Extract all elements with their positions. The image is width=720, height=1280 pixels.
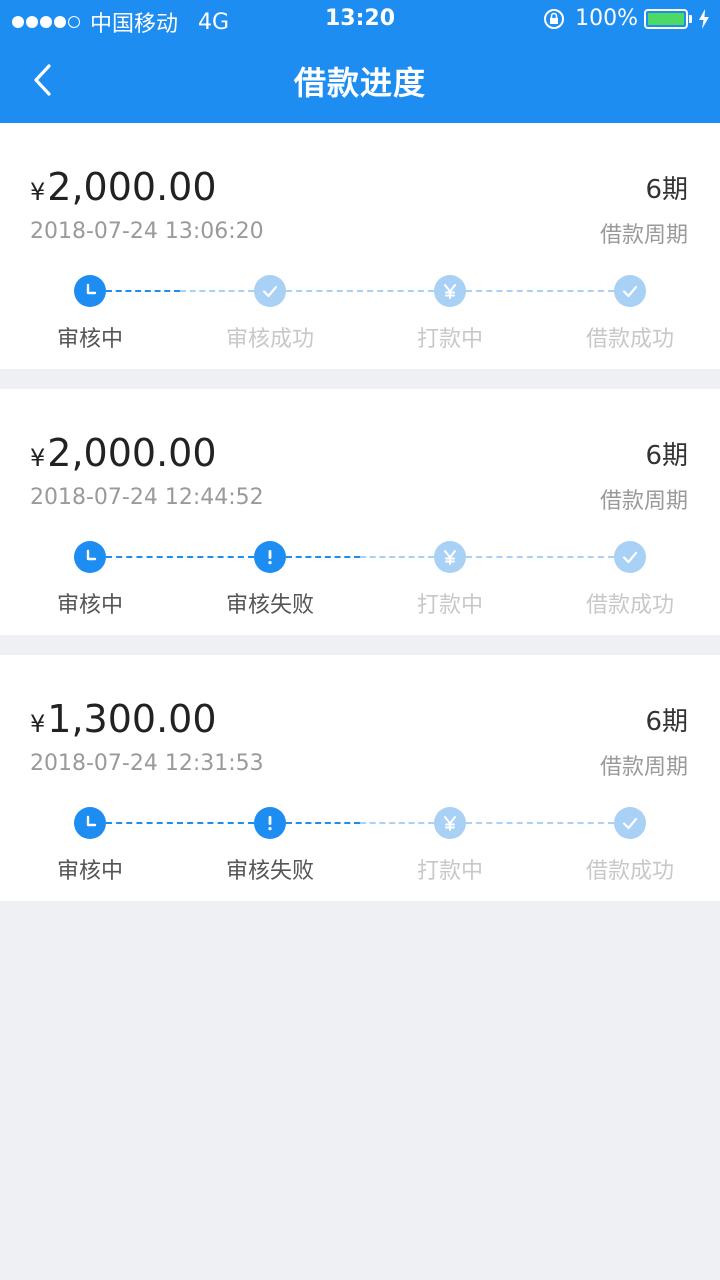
step-indicator xyxy=(434,541,466,573)
rotation-lock-icon xyxy=(544,8,565,29)
step-connector xyxy=(360,822,434,824)
status-right: 100% xyxy=(543,6,710,31)
exclamation-icon xyxy=(261,814,279,832)
step-connector xyxy=(286,290,434,292)
yen-icon xyxy=(441,814,459,832)
loan-datetime: 2018-07-24 13:06:20 xyxy=(30,219,264,244)
step-label: 审核失败 xyxy=(225,593,314,618)
loan-datetime: 2018-07-24 12:31:53 xyxy=(30,751,264,776)
loan-card[interactable]: ¥2,000.00 2018-07-24 13:06:20 6期借款周期审核中 审核成… xyxy=(0,123,720,369)
step-indicator xyxy=(614,807,646,839)
step-label: 审核中 xyxy=(56,859,123,884)
battery-percent: 100% xyxy=(575,6,638,31)
currency-symbol: ¥ xyxy=(30,444,46,472)
yen-icon xyxy=(441,282,459,300)
check-icon xyxy=(621,814,639,832)
step-label: 借款成功 xyxy=(585,859,674,884)
step-indicator xyxy=(254,541,286,573)
step-connector xyxy=(106,822,254,824)
step-label: 审核中 xyxy=(56,327,123,352)
step-indicator xyxy=(74,275,106,307)
step-connector xyxy=(286,556,360,558)
step-indicator xyxy=(434,807,466,839)
clock-icon xyxy=(81,282,99,300)
step-indicator xyxy=(254,807,286,839)
step-label: 打款中 xyxy=(416,327,483,352)
loan-period: 6期 xyxy=(645,175,688,205)
currency-symbol: ¥ xyxy=(30,710,46,738)
step-connector xyxy=(106,556,254,558)
progress-steps: 审核中 审核成功 打款中 借款成功 xyxy=(0,275,720,355)
step-connector xyxy=(106,290,180,292)
step-label: 审核成功 xyxy=(225,327,314,352)
check-icon xyxy=(621,548,639,566)
check-icon xyxy=(621,282,639,300)
step-indicator xyxy=(614,541,646,573)
nav-bar: 借款进度 xyxy=(0,40,720,123)
step-indicator xyxy=(614,275,646,307)
yen-icon xyxy=(441,548,459,566)
step-connector xyxy=(466,822,614,824)
loan-card[interactable]: ¥1,300.00 2018-07-24 12:31:53 6期借款周期审核中 审核失… xyxy=(0,655,720,901)
step-label: 审核中 xyxy=(56,593,123,618)
step-indicator xyxy=(74,541,106,573)
step-connector xyxy=(286,822,360,824)
step-connector xyxy=(466,556,614,558)
clock-icon xyxy=(81,548,99,566)
charging-bolt-icon xyxy=(699,8,709,29)
amount-value: 2,000.00 xyxy=(47,431,217,475)
loan-amount: ¥2,000.00 xyxy=(30,165,217,209)
loan-period: 6期 xyxy=(645,707,688,737)
top-bar: 中国移动 4G 13:20 100% 借款进度 xyxy=(0,0,720,123)
loan-period-label: 借款周期 xyxy=(599,489,688,514)
clock-icon xyxy=(81,814,99,832)
amount-value: 1,300.00 xyxy=(47,697,217,741)
loan-amount: ¥2,000.00 xyxy=(30,431,217,475)
check-icon xyxy=(261,282,279,300)
loan-period: 6期 xyxy=(645,441,688,471)
step-indicator xyxy=(74,807,106,839)
step-label: 借款成功 xyxy=(585,593,674,618)
step-connector xyxy=(360,556,434,558)
step-connector xyxy=(466,290,614,292)
progress-steps: 审核中 审核失败 打款中 借款成功 xyxy=(0,541,720,621)
status-bar: 中国移动 4G 13:20 100% xyxy=(0,0,720,40)
loan-period-label: 借款周期 xyxy=(599,755,688,780)
progress-steps: 审核中 审核失败 打款中 借款成功 xyxy=(0,807,720,887)
step-label: 借款成功 xyxy=(585,327,674,352)
loan-datetime: 2018-07-24 12:44:52 xyxy=(30,485,264,510)
step-indicator xyxy=(254,275,286,307)
step-label: 打款中 xyxy=(416,593,483,618)
step-indicator xyxy=(434,275,466,307)
step-label: 打款中 xyxy=(416,859,483,884)
page-title: 借款进度 xyxy=(293,64,426,102)
currency-symbol: ¥ xyxy=(30,178,46,206)
exclamation-icon xyxy=(261,548,279,566)
amount-value: 2,000.00 xyxy=(47,165,217,209)
loan-period-label: 借款周期 xyxy=(599,223,688,248)
battery-icon xyxy=(644,8,692,29)
loan-amount: ¥1,300.00 xyxy=(30,697,217,741)
step-label: 审核失败 xyxy=(225,859,314,884)
step-connector xyxy=(180,290,254,292)
loan-card[interactable]: ¥2,000.00 2018-07-24 12:44:52 6期借款周期审核中 审核失… xyxy=(0,389,720,635)
